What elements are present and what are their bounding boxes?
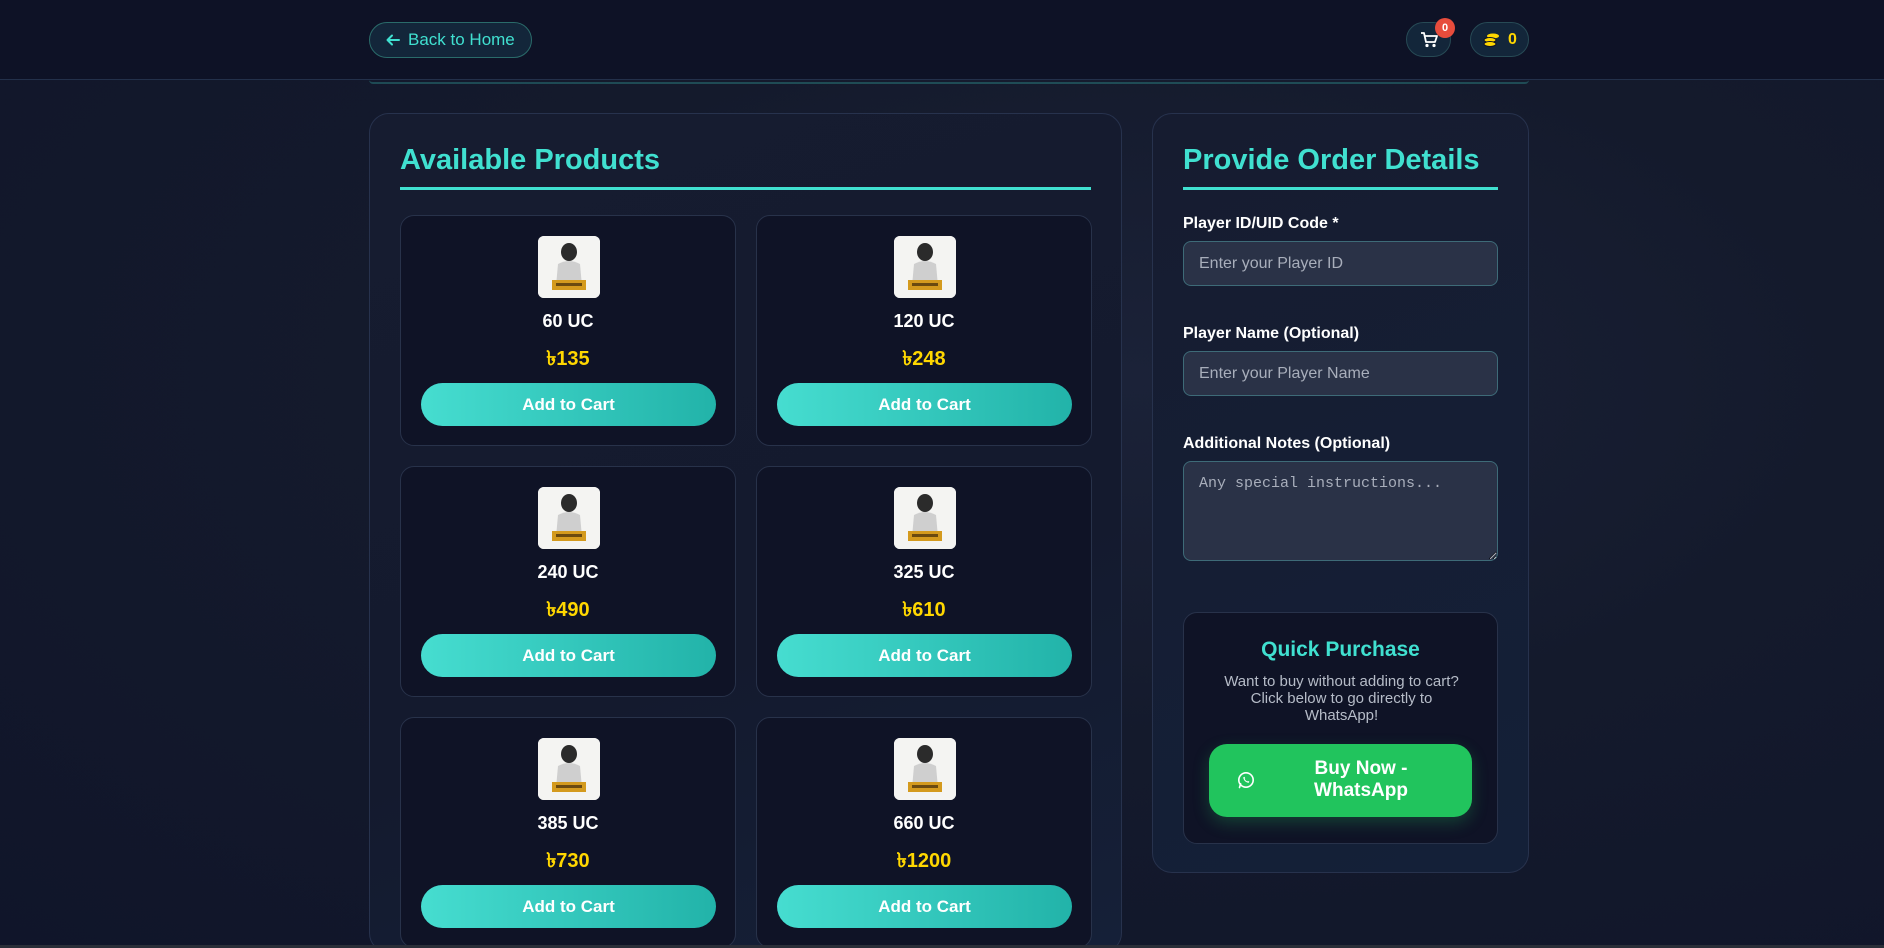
coins-icon <box>1483 33 1500 47</box>
whatsapp-icon <box>1238 772 1254 789</box>
navbar-glow-divider <box>369 80 1529 84</box>
top-navbar: Back to Home 0 0 <box>0 0 1884 84</box>
pubg-character-image <box>894 236 956 298</box>
add-to-cart-button[interactable]: Add to Cart <box>777 885 1072 928</box>
product-card: 120 UC ৳248 Add to Cart <box>756 215 1092 446</box>
arrow-left-icon <box>386 34 400 46</box>
coin-balance[interactable]: 0 <box>1470 22 1529 57</box>
pubg-character-image <box>538 487 600 549</box>
add-to-cart-button[interactable]: Add to Cart <box>777 634 1072 677</box>
product-name: 385 UC <box>537 813 599 833</box>
order-panel-title: Provide Order Details <box>1183 144 1480 176</box>
products-title-underline <box>400 187 1091 190</box>
product-name: 60 UC <box>542 311 594 331</box>
back-to-home-label: Back to Home <box>408 30 515 49</box>
player-name-label: Player Name (Optional) <box>1183 325 1360 342</box>
add-to-cart-button[interactable]: Add to Cart <box>421 885 716 928</box>
product-price: ৳1200 <box>896 850 952 872</box>
product-name: 120 UC <box>893 311 955 331</box>
product-card: 325 UC ৳610 Add to Cart <box>756 466 1092 697</box>
add-to-cart-button[interactable]: Add to Cart <box>421 383 716 426</box>
product-name: 240 UC <box>537 562 599 582</box>
back-to-home-button[interactable]: Back to Home <box>369 22 532 58</box>
quick-purchase-box: Quick Purchase Want to buy without addin… <box>1183 612 1498 844</box>
add-to-cart-button[interactable]: Add to Cart <box>421 634 716 677</box>
player-name-input[interactable] <box>1183 351 1498 396</box>
product-name: 325 UC <box>893 562 955 582</box>
quick-purchase-description: Want to buy without adding to cart? Clic… <box>1224 673 1459 724</box>
product-name: 660 UC <box>893 813 955 833</box>
product-card: 385 UC ৳730 Add to Cart <box>400 717 736 948</box>
products-panel-title: Available Products <box>400 144 661 176</box>
product-card: 60 UC ৳135 Add to Cart <box>400 215 736 446</box>
player-id-label: Player ID/UID Code * <box>1183 215 1339 232</box>
coin-count: 0 <box>1508 30 1517 48</box>
pubg-character-image <box>894 738 956 800</box>
shopping-cart-icon <box>1420 31 1438 47</box>
buy-now-whatsapp-button[interactable]: Buy Now - WhatsApp <box>1209 744 1472 817</box>
order-title-underline <box>1183 187 1498 190</box>
product-price: ৳610 <box>902 599 946 621</box>
product-card: 240 UC ৳490 Add to Cart <box>400 466 736 697</box>
notes-textarea[interactable] <box>1183 461 1498 561</box>
cart-button[interactable]: 0 <box>1406 18 1455 57</box>
pubg-character-image <box>538 738 600 800</box>
product-price: ৳490 <box>546 599 590 621</box>
product-price: ৳135 <box>546 348 590 370</box>
pubg-character-image <box>894 487 956 549</box>
player-id-input[interactable] <box>1183 241 1498 286</box>
product-price: ৳248 <box>902 348 946 370</box>
order-details-panel: Provide Order Details Player ID/UID Code… <box>1152 113 1529 873</box>
product-card: 660 UC ৳1200 Add to Cart <box>756 717 1092 948</box>
product-price: ৳730 <box>546 850 590 872</box>
notes-label: Additional Notes (Optional) <box>1183 435 1391 452</box>
add-to-cart-button[interactable]: Add to Cart <box>777 383 1072 426</box>
cart-count-badge: 0 <box>1435 18 1455 38</box>
pubg-character-image <box>538 236 600 298</box>
quick-purchase-title: Quick Purchase <box>1261 638 1420 661</box>
buy-now-whatsapp-label: Buy Now - WhatsApp <box>1314 758 1408 801</box>
products-panel: Available Products 60 UC ৳135 Add to Car… <box>369 113 1122 948</box>
